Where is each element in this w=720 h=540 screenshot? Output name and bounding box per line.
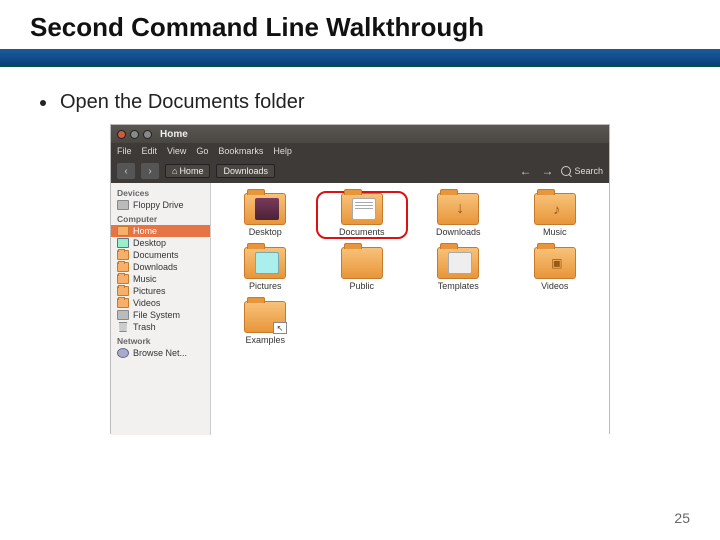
- sidebar-item-label: Trash: [133, 322, 156, 332]
- sidebar-item-label: Pictures: [133, 286, 166, 296]
- folder-icon: [117, 274, 129, 284]
- menu-view[interactable]: View: [167, 146, 186, 156]
- maximize-icon[interactable]: [143, 130, 152, 139]
- sidebar-item-label: File System: [133, 310, 180, 320]
- sidebar-item-label: Home: [133, 226, 157, 236]
- trash-icon: [117, 322, 129, 332]
- sidebar-item-label: Documents: [133, 250, 179, 260]
- folder-icon: [117, 286, 129, 296]
- toolbar: ‹ › ⌂ Home Downloads ← → Search: [111, 159, 609, 183]
- page-number: 25: [674, 510, 690, 526]
- sidebar-item-floppy[interactable]: Floppy Drive: [111, 199, 210, 211]
- folder-icon: [117, 250, 129, 260]
- folder-label: Desktop: [249, 227, 282, 237]
- breadcrumb-home[interactable]: ⌂ Home: [165, 164, 210, 178]
- folder-label: Music: [543, 227, 567, 237]
- menu-help[interactable]: Help: [273, 146, 292, 156]
- folder-label: Documents: [339, 227, 385, 237]
- folder-icon: [534, 193, 576, 225]
- folder-icon: [244, 301, 286, 333]
- folder-label: Videos: [541, 281, 568, 291]
- folder-view[interactable]: Desktop Documents Downloads Music Pictures Pu…: [211, 183, 609, 435]
- menu-file[interactable]: File: [117, 146, 132, 156]
- sidebar-item-label: Floppy Drive: [133, 200, 184, 210]
- forward-button[interactable]: ›: [141, 163, 159, 179]
- sidebar-item-videos[interactable]: Videos: [111, 297, 210, 309]
- nav-next-icon[interactable]: →: [539, 164, 555, 178]
- bullet-text: Open the Documents folder: [60, 91, 305, 114]
- breadcrumb-label: Home: [179, 166, 203, 176]
- folder-icon: [341, 193, 383, 225]
- minimize-icon[interactable]: [130, 130, 139, 139]
- window-title: Home: [160, 129, 188, 140]
- close-icon[interactable]: [117, 130, 126, 139]
- nav-prev-icon[interactable]: ←: [517, 164, 533, 178]
- folder-examples[interactable]: Examples: [219, 299, 312, 347]
- folder-icon: [534, 247, 576, 279]
- drive-icon: [117, 310, 129, 320]
- drive-icon: [117, 200, 129, 210]
- folder-videos[interactable]: Videos: [509, 245, 602, 293]
- folder-icon: [341, 247, 383, 279]
- folder-desktop[interactable]: Desktop: [219, 191, 312, 239]
- sidebar-section-network: Network: [111, 333, 210, 347]
- home-icon: [117, 226, 129, 236]
- bullet-dot-icon: [40, 100, 46, 106]
- sidebar-item-label: Videos: [133, 298, 160, 308]
- sidebar-section-devices: Devices: [111, 185, 210, 199]
- home-icon: ⌂: [172, 166, 177, 176]
- sidebar-item-trash[interactable]: Trash: [111, 321, 210, 333]
- folder-icon: [437, 193, 479, 225]
- folder-icon: [117, 262, 129, 272]
- sidebar-item-home[interactable]: Home: [111, 225, 210, 237]
- sidebar-item-downloads[interactable]: Downloads: [111, 261, 210, 273]
- sidebar-item-label: Music: [133, 274, 157, 284]
- folder-label: Pictures: [249, 281, 282, 291]
- folder-music[interactable]: Music: [509, 191, 602, 239]
- title-underline: [0, 49, 720, 67]
- menu-bookmarks[interactable]: Bookmarks: [218, 146, 263, 156]
- file-manager-window: Home File Edit View Go Bookmarks Help ‹ …: [110, 124, 610, 434]
- folder-icon: [117, 298, 129, 308]
- sidebar-item-pictures[interactable]: Pictures: [111, 285, 210, 297]
- search-icon: [561, 166, 571, 176]
- menubar: File Edit View Go Bookmarks Help: [111, 143, 609, 159]
- folder-label: Examples: [245, 335, 285, 345]
- sidebar: Devices Floppy Drive Computer Home Deskt…: [111, 183, 211, 435]
- network-icon: [117, 348, 129, 358]
- search-label: Search: [574, 166, 603, 176]
- sidebar-item-browse-network[interactable]: Browse Net...: [111, 347, 210, 359]
- sidebar-item-label: Browse Net...: [133, 348, 187, 358]
- folder-label: Templates: [438, 281, 479, 291]
- menu-go[interactable]: Go: [196, 146, 208, 156]
- folder-pictures[interactable]: Pictures: [219, 245, 312, 293]
- back-button[interactable]: ‹: [117, 163, 135, 179]
- folder-label: Downloads: [436, 227, 481, 237]
- folder-icon: [244, 247, 286, 279]
- sidebar-item-music[interactable]: Music: [111, 273, 210, 285]
- search-button[interactable]: Search: [561, 166, 603, 176]
- folder-public[interactable]: Public: [316, 245, 409, 293]
- bullet-item: Open the Documents folder: [0, 67, 720, 124]
- sidebar-item-desktop[interactable]: Desktop: [111, 237, 210, 249]
- sidebar-item-label: Downloads: [133, 262, 178, 272]
- sidebar-item-label: Desktop: [133, 238, 166, 248]
- folder-icon: [244, 193, 286, 225]
- sidebar-item-filesystem[interactable]: File System: [111, 309, 210, 321]
- breadcrumb-downloads[interactable]: Downloads: [216, 164, 275, 178]
- sidebar-section-computer: Computer: [111, 211, 210, 225]
- folder-label: Public: [349, 281, 374, 291]
- folder-documents[interactable]: Documents: [316, 191, 409, 239]
- sidebar-item-documents[interactable]: Documents: [111, 249, 210, 261]
- window-titlebar[interactable]: Home: [111, 125, 609, 143]
- menu-edit[interactable]: Edit: [142, 146, 158, 156]
- slide-title: Second Command Line Walkthrough: [0, 0, 720, 49]
- folder-templates[interactable]: Templates: [412, 245, 505, 293]
- breadcrumb-label: Downloads: [223, 166, 268, 176]
- desktop-icon: [117, 238, 129, 248]
- folder-downloads[interactable]: Downloads: [412, 191, 505, 239]
- folder-icon: [437, 247, 479, 279]
